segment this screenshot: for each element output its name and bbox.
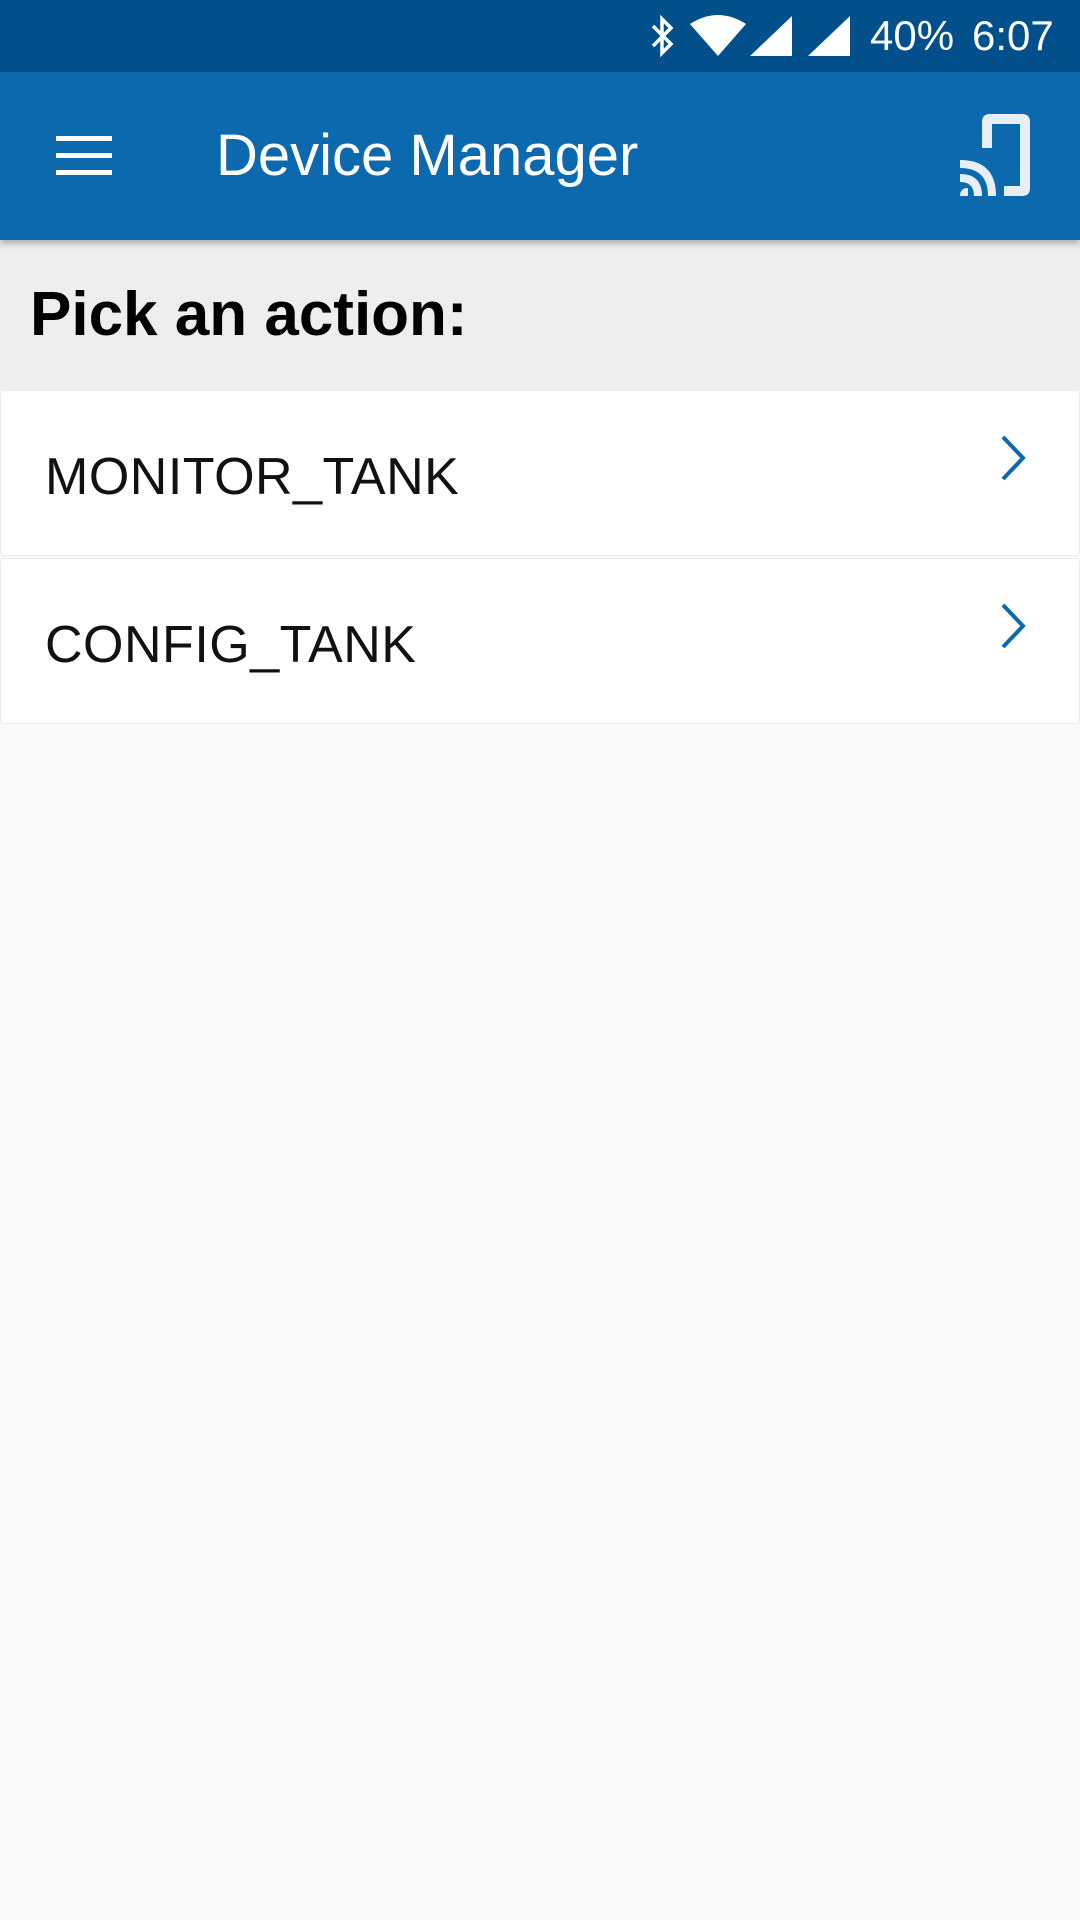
wifi-icon (690, 15, 746, 56)
battery-percentage: 40% (870, 12, 955, 59)
bluetooth-icon (651, 14, 674, 58)
app-bar: Device Manager (0, 72, 1080, 240)
section-title: Pick an action: (30, 280, 468, 349)
cast-icon (960, 114, 1030, 196)
list-item-label: MONITOR_TANK (45, 448, 460, 506)
chevron-right-icon (1001, 435, 1026, 481)
list-item-monitor-tank[interactable]: MONITOR_TANK (0, 390, 1080, 556)
section-header: Pick an action: (0, 240, 1080, 390)
chevron-right-icon (1001, 603, 1026, 649)
app-title: Device Manager (216, 123, 639, 188)
screen: 40% 6:07 Device Manager Pick an action: (0, 0, 1080, 1920)
list-item-label: CONFIG_TANK (45, 616, 417, 674)
signal-icon (750, 16, 792, 56)
clock: 6:07 (972, 12, 1054, 59)
list-item-config-tank[interactable]: CONFIG_TANK (0, 558, 1080, 724)
status-bar: 40% 6:07 (0, 0, 1080, 72)
cast-button[interactable] (940, 100, 1052, 212)
hamburger-menu-icon (56, 136, 112, 175)
action-list: MONITOR_TANK CONFIG_TANK (0, 390, 1080, 726)
signal-icon (808, 16, 850, 56)
menu-button[interactable] (36, 108, 132, 204)
